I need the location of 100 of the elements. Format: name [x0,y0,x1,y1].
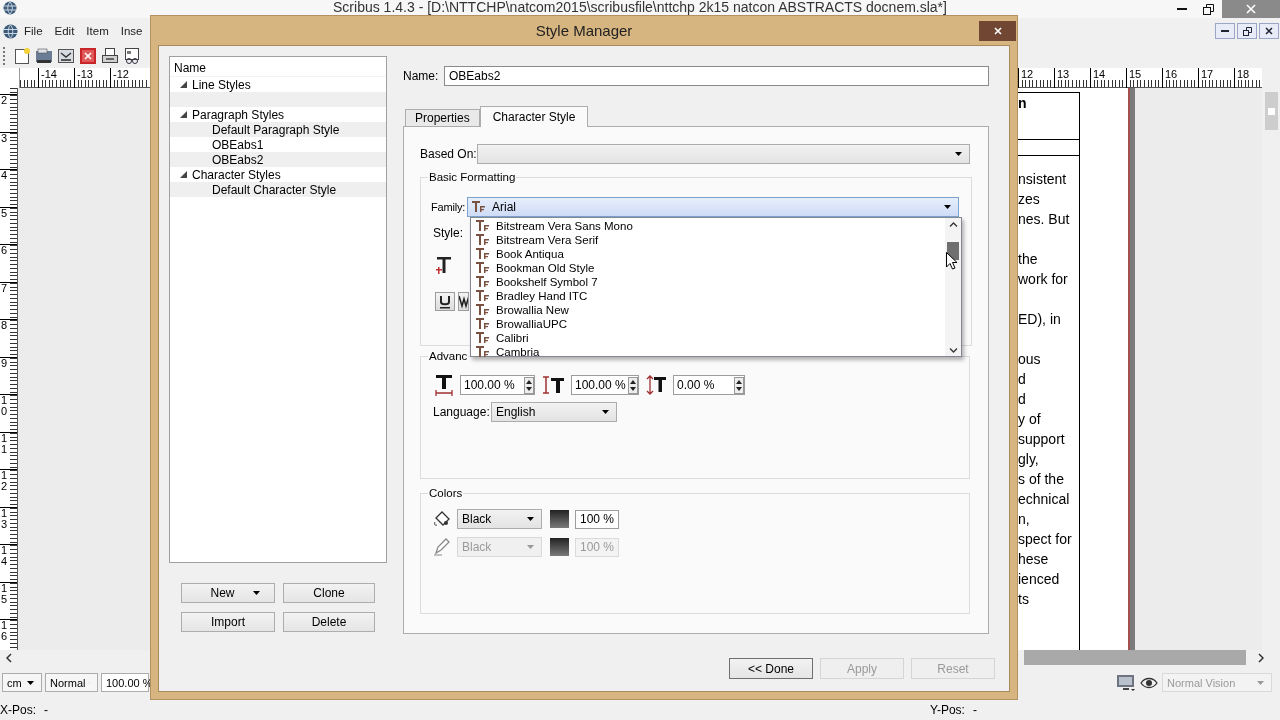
font-icon [476,346,490,358]
list-scrollbar[interactable] [945,218,961,356]
tree-item[interactable]: Line Styles [170,77,386,92]
group-title: Basic Formatting [428,171,517,183]
y-position-label: Y-Pos: [930,703,965,717]
font-option[interactable]: Bitstream Vera Sans Mono [471,219,945,233]
menu-item[interactable]: Edit [48,25,81,37]
list-button[interactable]: Delete [283,612,375,632]
list-button[interactable]: Import [181,612,275,632]
font-option[interactable]: Bookshelf Symbol 7 [471,275,945,289]
font-option[interactable]: Calibri [471,331,945,345]
document-text-line: spect for [1018,530,1072,549]
tab[interactable]: Properties [405,109,480,126]
restore-icon [1203,3,1214,15]
language-dropdown[interactable]: English [491,402,617,422]
list-button[interactable]: Clone [283,583,375,603]
printer-icon[interactable] [101,47,119,65]
word-underline-icon [459,294,468,309]
ruler-number: 18 [1237,68,1250,80]
spin-arrows-icon[interactable] [628,376,638,394]
disclosure-triangle-icon[interactable] [180,111,187,118]
menu-item[interactable]: File [18,25,49,37]
scroll-left-icon[interactable] [6,652,12,663]
ruler-number: 12 [1,470,8,492]
document-text-line: nes. But [1018,210,1070,229]
font-option[interactable]: BrowalliaUPC [471,317,945,331]
shade-swatch [550,510,569,528]
tree-item[interactable]: OBEabs1 [170,137,386,152]
document-text-line: ED), in [1018,310,1061,329]
view-mode-dropdown[interactable]: Normal [45,673,98,692]
percent-field[interactable]: 0.00 % [673,375,745,395]
font-option[interactable]: Bradley Hand ITC [471,289,945,303]
menu-item[interactable]: Inse [114,25,149,37]
spin-arrows-icon[interactable] [734,376,744,394]
tree-item[interactable]: Default Paragraph Style [170,122,386,137]
scroll-thumb[interactable] [1264,92,1278,130]
font-icon [476,248,490,260]
minimize-icon [1221,30,1229,32]
unit-dropdown[interactable]: cm [2,673,42,692]
close-icon[interactable] [79,47,97,65]
document-text-line: echnical [1018,490,1070,509]
save-icon[interactable] [57,47,75,65]
family-label: Family: [431,201,467,213]
font-option[interactable]: Book Antiqua [471,247,945,261]
ruler-number: 4 [1,170,8,181]
new-document-icon[interactable] [13,47,31,65]
new-menu-button[interactable]: New [181,583,275,603]
ruler-number: 17 [1201,68,1214,80]
font-family-dropdown[interactable]: Arial [467,197,959,217]
font-size-icon [436,256,453,276]
shade-field[interactable]: 100 % [575,509,619,529]
scroll-right-icon[interactable] [1258,652,1264,663]
ruler-number: 13 [1,507,8,530]
tree-item[interactable]: OBEabs2 [170,152,386,167]
disclosure-triangle-icon[interactable] [180,171,187,178]
baseline-offset-icon [646,375,666,395]
tree-item[interactable]: Paragraph Styles [170,107,386,122]
menu-item[interactable]: Item [80,25,115,37]
document-preview-icon[interactable] [123,47,141,65]
paint-bucket-icon [433,510,451,528]
ruler-number: 15 [1129,68,1142,80]
ruler-number: -14 [41,68,57,80]
pen-icon [433,538,451,556]
restore-button[interactable] [1237,23,1257,39]
minimize-button[interactable] [1215,23,1235,39]
done-button[interactable]: << Done [729,658,813,679]
close-button[interactable] [1259,23,1279,39]
document-text-line: s of the [1018,470,1064,489]
folder-icon[interactable] [35,47,53,65]
word-underline-button[interactable] [458,292,469,311]
scroll-down-icon[interactable] [948,348,958,353]
document-text-line: d [1018,390,1026,409]
font-option[interactable]: Bitstream Vera Serif [471,233,945,247]
document-text-line: the [1018,250,1038,269]
horizontal-scroll-thumb[interactable] [1024,650,1246,665]
font-icon [472,201,486,213]
disclosure-triangle-icon[interactable] [180,81,187,88]
tree-item[interactable]: Default Character Style [170,182,386,197]
name-field[interactable]: OBEabs2 [444,66,989,86]
percent-field[interactable]: 100.00 % [460,375,535,395]
color-dropdown[interactable]: Black [457,509,542,529]
spin-arrows-icon[interactable] [524,376,534,394]
document-text-line: support [1018,430,1065,449]
column-header: Name [170,59,386,77]
document-text-line: ts [1018,590,1029,609]
font-option[interactable]: Bookman Old Style [471,261,945,275]
y-position-value: - [972,703,977,717]
document-text-line: ienced [1018,570,1060,589]
scroll-up-icon[interactable] [948,222,958,227]
underline-button[interactable] [435,292,455,311]
font-option[interactable]: Browallia New [471,303,945,317]
ruler-number: 14 [1093,68,1106,80]
font-option[interactable]: Cambria [471,345,945,359]
eye-icon[interactable] [1140,675,1158,690]
document-heading: n [1018,95,1027,111]
tab[interactable]: Character Style [479,106,589,127]
percent-field[interactable]: 100.00 % [571,375,639,395]
font-list[interactable]: Bitstream Vera Sans Mono Bitstream Vera Serif Book Antiqua Bookman Old Style Bookshelf Symbol 7 Bradley Hand ITC Browallia New BrowalliaUPC Calibri Cambria [470,217,962,357]
monitor-icon[interactable] [1116,673,1136,692]
tree-item[interactable]: Character Styles [170,167,386,182]
